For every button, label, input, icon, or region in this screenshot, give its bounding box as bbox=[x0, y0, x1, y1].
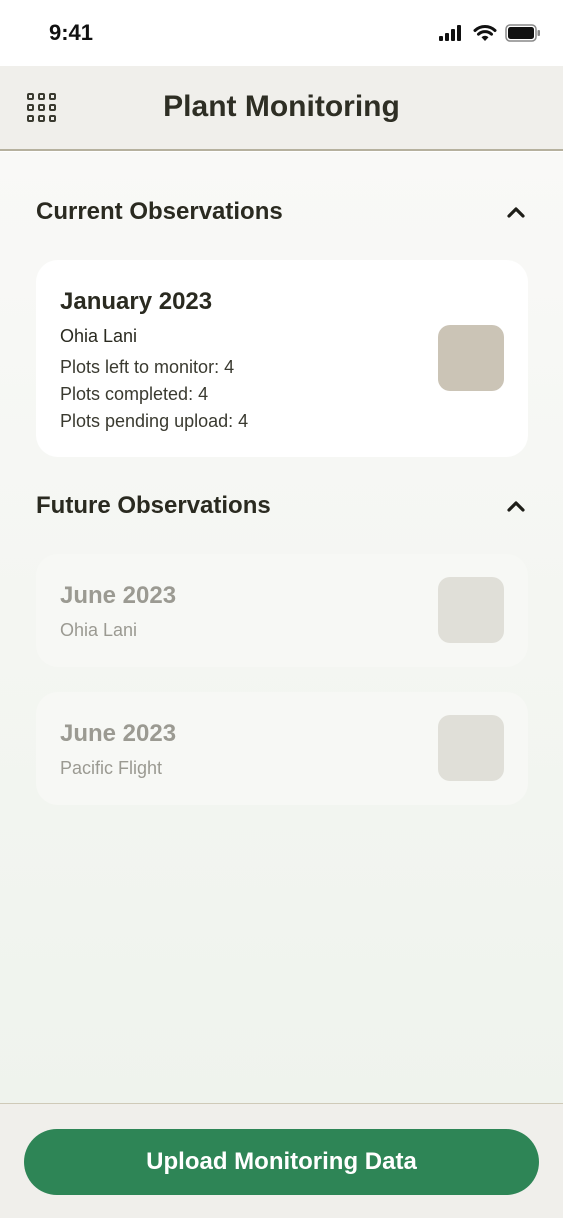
signal-icon bbox=[439, 25, 461, 41]
wifi-icon bbox=[473, 25, 497, 41]
app-header: Plant Monitoring bbox=[0, 66, 563, 151]
plots-left-text: Plots left to monitor: 4 bbox=[60, 357, 235, 377]
card-title: June 2023 bbox=[60, 720, 177, 747]
observation-card-future[interactable]: June 2023 Pacific Flight bbox=[36, 692, 528, 805]
main-content: Current Observations January 2023 Ohia L… bbox=[0, 152, 563, 1103]
section-title: Current Observations bbox=[36, 198, 283, 225]
card-title: June 2023 bbox=[60, 582, 177, 609]
observation-card-current[interactable]: January 2023 Ohia Lani Plots left to mon… bbox=[36, 260, 528, 457]
footer-bar: Upload Monitoring Data bbox=[0, 1103, 563, 1218]
card-site: Pacific Flight bbox=[60, 758, 163, 778]
section-title: Future Observations bbox=[36, 492, 271, 519]
future-observations-header[interactable]: Future Observations bbox=[36, 486, 527, 526]
plots-completed-text: Plots completed: 4 bbox=[60, 384, 209, 404]
status-bar: 9:41 bbox=[0, 0, 563, 66]
page-title: Plant Monitoring bbox=[163, 90, 400, 123]
card-title: January 2023 bbox=[60, 288, 213, 315]
chevron-up-icon[interactable] bbox=[505, 201, 527, 223]
chevron-up-icon[interactable] bbox=[505, 495, 527, 517]
battery-icon bbox=[505, 24, 540, 42]
card-thumbnail bbox=[438, 715, 504, 781]
card-site: Ohia Lani bbox=[60, 620, 138, 640]
status-icons bbox=[439, 24, 541, 42]
status-time: 9:41 bbox=[49, 20, 94, 45]
card-thumbnail bbox=[438, 325, 504, 391]
card-thumbnail bbox=[438, 577, 504, 643]
observation-card-future[interactable]: June 2023 Ohia Lani bbox=[36, 554, 528, 667]
current-observations-header[interactable]: Current Observations bbox=[36, 192, 527, 232]
plots-pending-text: Plots pending upload: 4 bbox=[60, 411, 249, 431]
upload-monitoring-data-button[interactable]: Upload Monitoring Data bbox=[24, 1129, 539, 1195]
card-site: Ohia Lani bbox=[60, 326, 138, 346]
